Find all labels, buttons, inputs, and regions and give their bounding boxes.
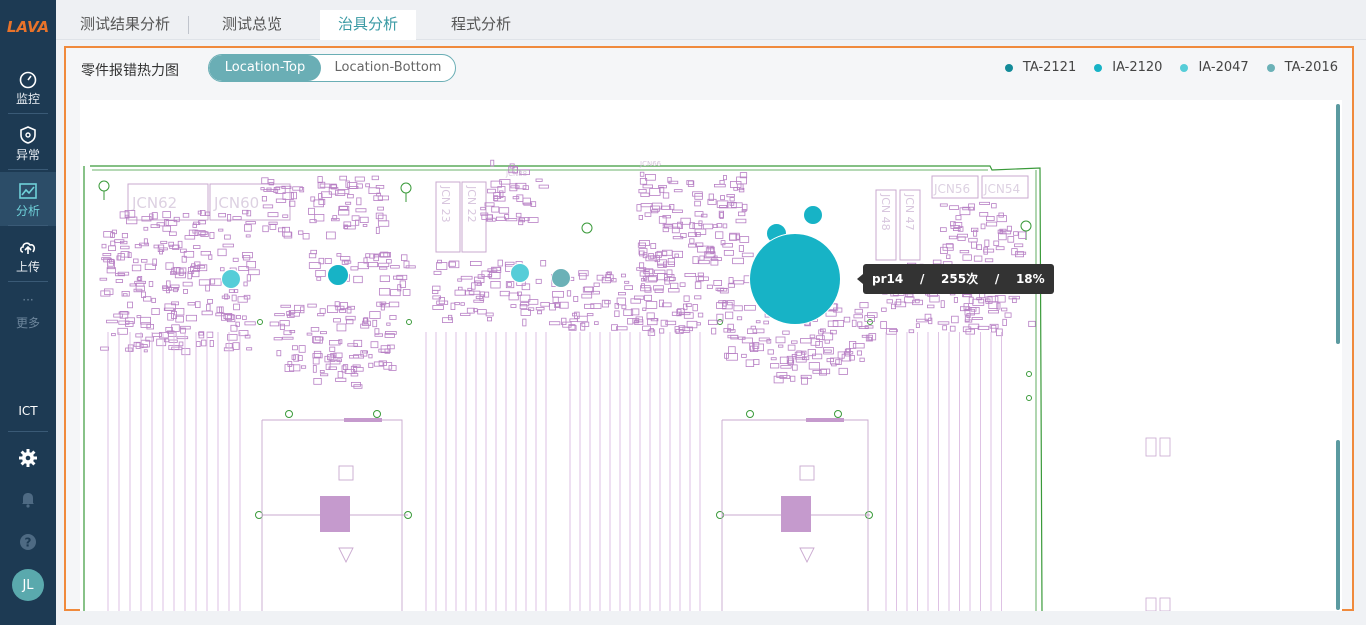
heatmap-panel: 零件报错热力图 Location-Top Location-Bottom TA-… bbox=[64, 46, 1354, 611]
sidebar-item-exceptions[interactable]: 异常 bbox=[0, 116, 56, 170]
cloud-upload-icon bbox=[19, 241, 36, 254]
sidebar-item-label: 上传 bbox=[15, 259, 40, 274]
tab-bar: 测试结果分析 测试总览 治具分析 程式分析 bbox=[56, 0, 1366, 40]
board-label: JCN66 bbox=[639, 160, 662, 168]
bell-icon[interactable] bbox=[18, 489, 38, 509]
legend-dot bbox=[1004, 63, 1013, 72]
location-top-button[interactable]: Location-Top bbox=[209, 55, 321, 81]
tooltip-separator: / bbox=[919, 272, 925, 286]
sidebar-divider bbox=[8, 281, 48, 282]
dashboard-icon bbox=[19, 71, 37, 88]
legend-label: IA-2047 bbox=[1198, 60, 1249, 75]
help-icon[interactable]: ? bbox=[18, 532, 38, 552]
board-label: JCN 23 bbox=[439, 185, 452, 223]
sidebar-item-analysis[interactable]: 分析 bbox=[0, 172, 56, 226]
board-label: JCN56 bbox=[933, 182, 970, 196]
tooltip-percent: 18% bbox=[1015, 272, 1045, 286]
tab-divider bbox=[188, 16, 189, 34]
board-label: JCN60 bbox=[213, 194, 259, 212]
legend-item[interactable]: IA-2120 bbox=[1094, 60, 1162, 75]
legend-dot bbox=[1094, 63, 1103, 72]
sidebar: LAVA 监控 异常 分析 上传 ··· 更多 ICT ? JL bbox=[0, 0, 56, 625]
board-label: JCN 22 bbox=[465, 185, 478, 223]
pcb-layout-image: JCN62 JCN60 JCN56 JCN54 JCN 23 JCN 22 JC… bbox=[83, 159, 1171, 611]
vertical-scrollbar[interactable] bbox=[1336, 104, 1340, 344]
board-label: JCN 48 bbox=[879, 193, 892, 231]
sidebar-divider bbox=[8, 113, 48, 114]
board-label: JCN54 bbox=[983, 182, 1020, 196]
sidebar-divider bbox=[8, 431, 48, 432]
gear-icon[interactable] bbox=[18, 448, 38, 468]
legend-item[interactable]: IA-2047 bbox=[1180, 60, 1249, 75]
legend: TA-2121 IA-2120 IA-2047 TA-2016 bbox=[1004, 60, 1338, 75]
shield-icon bbox=[20, 125, 36, 144]
legend-dot bbox=[1180, 63, 1189, 72]
tab-fixture-analysis[interactable]: 治具分析 bbox=[320, 10, 416, 40]
location-toggle: Location-Top Location-Bottom bbox=[208, 54, 456, 82]
tooltip-part: pr14 bbox=[872, 272, 904, 286]
legend-dot bbox=[1266, 63, 1275, 72]
sidebar-item-label: 异常 bbox=[15, 147, 40, 162]
sidebar-item-label: 监控 bbox=[15, 91, 40, 106]
legend-item[interactable]: TA-2016 bbox=[1266, 60, 1338, 75]
legend-label: TA-2016 bbox=[1284, 60, 1338, 75]
bubble-tooltip: pr14 / 255次 / 18% bbox=[857, 264, 1054, 294]
sidebar-item-upload[interactable]: 上传 bbox=[0, 228, 56, 282]
tooltip-count: 255次 bbox=[941, 272, 979, 286]
vertical-scrollbar[interactable] bbox=[1336, 440, 1340, 610]
svg-text:LAVA: LAVA bbox=[7, 18, 49, 36]
board-label: JCN62 bbox=[131, 194, 177, 212]
sidebar-item-label: 分析 bbox=[15, 203, 40, 218]
legend-label: TA-2121 bbox=[1022, 60, 1077, 75]
sidebar-divider bbox=[8, 225, 48, 226]
heatmap-bubble[interactable] bbox=[803, 205, 823, 225]
sidebar-divider bbox=[8, 169, 48, 170]
heatmap-bubble-pr14[interactable] bbox=[749, 233, 841, 325]
location-bottom-button[interactable]: Location-Bottom bbox=[321, 55, 455, 81]
board-canvas[interactable]: JCN62 JCN60 JCN56 JCN54 JCN 23 JCN 22 JC… bbox=[80, 100, 1342, 611]
heatmap-bubble[interactable] bbox=[221, 269, 241, 289]
section-label: ICT bbox=[18, 404, 38, 418]
avatar[interactable]: JL bbox=[12, 569, 44, 601]
tab-test-overview[interactable]: 测试总览 bbox=[222, 0, 282, 40]
heatmap-bubble[interactable] bbox=[327, 264, 349, 286]
svg-text:?: ? bbox=[25, 536, 32, 550]
legend-label: IA-2120 bbox=[1112, 60, 1163, 75]
tab-test-result-analysis[interactable]: 测试结果分析 bbox=[80, 0, 170, 40]
more-icon: ··· bbox=[22, 292, 34, 307]
lava-logo[interactable]: LAVA bbox=[4, 12, 52, 40]
tab-program-analysis[interactable]: 程式分析 bbox=[451, 0, 511, 40]
sidebar-item-label: 更多 bbox=[15, 315, 40, 330]
tooltip-separator: / bbox=[994, 272, 1000, 286]
board-label: JCN 47 bbox=[903, 193, 916, 231]
heatmap-bubble[interactable] bbox=[510, 263, 530, 283]
sidebar-item-more[interactable]: ··· 更多 bbox=[0, 284, 56, 338]
panel-title: 零件报错热力图 bbox=[81, 63, 179, 79]
chart-icon bbox=[19, 182, 37, 199]
heatmap-bubble[interactable] bbox=[551, 268, 571, 288]
legend-item[interactable]: TA-2121 bbox=[1004, 60, 1077, 75]
sidebar-item-monitor[interactable]: 监控 bbox=[0, 60, 56, 114]
